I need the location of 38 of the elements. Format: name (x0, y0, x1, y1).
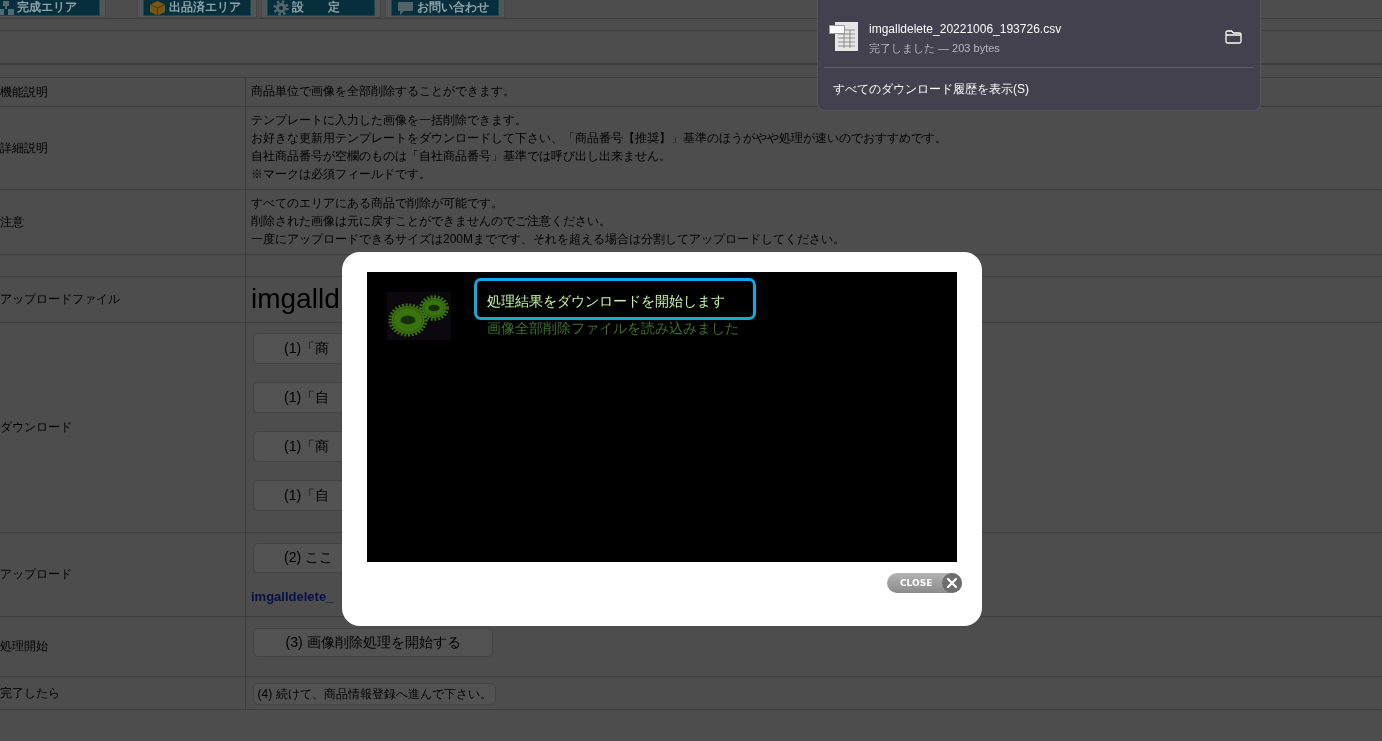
close-icon[interactable] (942, 573, 962, 593)
gears-icon (387, 292, 451, 340)
uploaded-file-link[interactable]: imgalldelete_ (251, 590, 334, 604)
file-name-text: imgalld (251, 283, 340, 314)
start-process-button[interactable]: (3) 画像削除処理を開始する (253, 628, 493, 657)
nav-button[interactable]: 設 定 (261, 0, 381, 18)
description-text: 削除された画像は元に戻すことができませんのでご注意ください。 (251, 213, 611, 230)
folder-icon[interactable] (1225, 30, 1242, 44)
blocks-icon (0, 0, 14, 16)
row-label: 詳細説明 (0, 139, 48, 157)
speech-bubble-icon (397, 0, 414, 16)
description-text: テンプレートに入力した画像を一括削除できます。 (251, 112, 527, 129)
nav-button[interactable]: 出品済エリア (137, 0, 257, 18)
box-icon (149, 0, 166, 16)
close-button[interactable]: CLOSE (887, 573, 962, 593)
download-button[interactable]: (1)「商 (253, 431, 342, 462)
download-file-name[interactable]: imgalldelete_20221006_193726.csv (869, 21, 1062, 37)
download-button[interactable]: (1)「自 (253, 480, 342, 511)
download-status-text: 完了しました — 203 bytes (869, 41, 1000, 56)
next-step-button[interactable]: (4) 続けて、商品情報登録へ進んで下さい。 (253, 683, 496, 705)
description-text: ※マークは必須フィールドです。 (251, 166, 431, 183)
description-text: 商品単位で画像を全部削除することができます。 (251, 83, 515, 100)
settings-icon (273, 0, 289, 16)
nav-button[interactable]: お問い合わせ (385, 0, 505, 18)
download-button[interactable]: (1)「商 (253, 333, 342, 364)
nav-button[interactable]: 完成エリア (0, 0, 106, 18)
upload-button[interactable]: (2) ここ (253, 543, 342, 573)
status-message: 処理結果をダウンロードを開始します (474, 278, 756, 320)
row-label: 処理開始 (0, 638, 48, 655)
status-message: 画像全部削除ファイルを読み込みました (486, 320, 739, 336)
description-text: 自社商品番号が空欄のものは「自社商品番号」基準では呼び出し出来ません。 (251, 148, 671, 165)
show-all-downloads-link[interactable]: すべてのダウンロード履歴を表示(S) (829, 81, 1029, 97)
spreadsheet-file-icon (829, 20, 859, 52)
download-button[interactable]: (1)「自 (253, 382, 342, 413)
description-text: すべてのエリアにある商品で削除が可能です。 (251, 195, 503, 212)
row-label: 機能説明 (0, 83, 48, 101)
row-label: 完了したら (0, 684, 60, 702)
row-label: 注意 (0, 213, 24, 231)
